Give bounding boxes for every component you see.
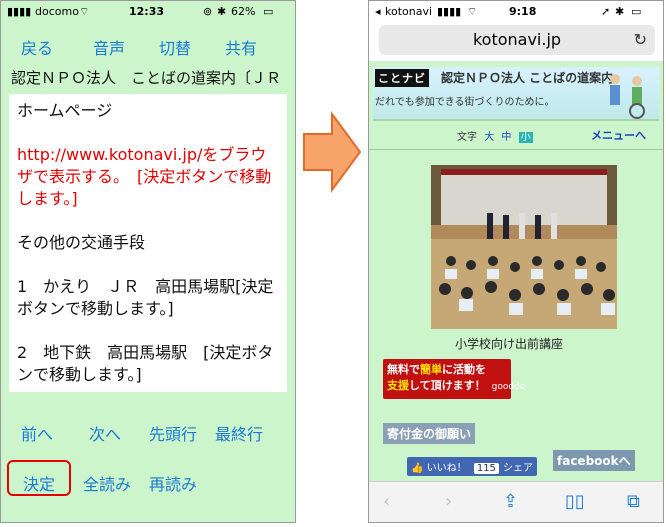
location-icon: ➚ (601, 5, 611, 18)
first-line-button[interactable]: 先頭行 (149, 421, 197, 445)
like-label: いいね！ (426, 463, 467, 474)
donation-thanks: して頂けます！ (409, 379, 486, 392)
donation-banner-line2: 支援して頂けます！ gooddo (387, 378, 525, 395)
site-banner: ことナビ 認定ＮＰＯ法人 ことばの道案内 だれでも参加できる街づくりのために。 (373, 67, 659, 121)
right-phone-screen: ◂ kotonavi ▮▮▮▮ ⌔ 9:18 ➚ ✱ ▭ kotonavi.jp… (368, 0, 664, 523)
wifi-icon: ⌔ (79, 5, 90, 18)
battery-icon: ▭ (263, 5, 274, 18)
bluetooth-icon: ✱ (615, 5, 625, 18)
donation-banner-line1: 無料で簡単に活動を (387, 362, 507, 378)
text-size-large[interactable]: 大 (484, 132, 494, 143)
people-illustration (610, 74, 645, 119)
lecture-photo (431, 165, 617, 329)
site-title: 認定ＮＰＯ法人 ことばの道案内 (441, 71, 614, 85)
signal-icon: ▮▮▮▮ (7, 5, 32, 18)
browser-toolbar: ‹ › ⇪ ▯▯ ⧉ (369, 481, 663, 522)
content-link-line[interactable]: http://www.kotonavi.jp/をブラウザで表示する。 [決定ボタ… (17, 144, 279, 210)
last-line-button[interactable]: 最終行 (215, 421, 263, 445)
status-bar: ◂ kotonavi ▮▮▮▮ ⌔ 9:18 ➚ ✱ ▭ (369, 1, 663, 23)
page-title: 認定ＮＰＯ法人 ことばの道案内〔ＪＲ (11, 69, 282, 87)
bluetooth-icon: ✱ (217, 5, 227, 18)
address-bar[interactable]: kotonavi.jp ↻ (379, 25, 655, 55)
back-to-app-label[interactable]: kotonavi (385, 5, 432, 18)
content-line: その他の交通手段 (17, 233, 146, 252)
donation-banner[interactable]: 無料で簡単に活動を 支援して頂けます！ gooddo (383, 359, 525, 399)
reread-button[interactable]: 再読み (149, 471, 197, 495)
content-line: ホームページ (17, 101, 113, 120)
like-count: 115 (473, 463, 499, 474)
text-size-label: 文字 (457, 132, 477, 143)
back-arrow-icon[interactable]: ‹ (383, 491, 390, 512)
forward-arrow-icon[interactable]: › (445, 491, 452, 512)
carrier-label: docomo (35, 5, 79, 18)
reload-icon[interactable]: ↻ (634, 25, 647, 55)
site-subtitle: だれでも参加できる街づくりのために。 (375, 97, 555, 108)
left-phone-screen: ▮▮▮▮ docomo ⌔ 12:33 ⊚ ✱ 62% ▭ 戻る 音声 切替 共… (0, 0, 296, 523)
thumbs-up-icon: 👍 (411, 463, 424, 474)
share-button[interactable]: 共有 (225, 35, 257, 59)
wifi-icon: ⌔ (467, 5, 478, 18)
facebook-link[interactable]: facebookへ (553, 450, 635, 471)
gooddo-brand: gooddo (491, 382, 526, 392)
donation-request-heading[interactable]: 寄付金の御願い (383, 423, 476, 444)
content-link-line[interactable]: 2 地下鉄 高田馬場駅 [決定ボタンで移動します。] (17, 342, 279, 386)
photo-caption: 小学校向け出前講座 (455, 337, 564, 351)
donation-support: 支援 (387, 379, 409, 392)
site-logo[interactable]: ことナビ (375, 69, 429, 87)
signal-icon: ▮▮▮▮ (437, 5, 462, 18)
status-time: 12:33 (129, 5, 165, 18)
donation-easy: 簡単 (420, 363, 442, 376)
menu-link[interactable]: メニューへ (591, 127, 646, 143)
lock-rotation-icon: ⊚ (203, 5, 213, 18)
voice-button[interactable]: 音声 (93, 35, 125, 59)
text-size-control: 文字 大 中 小 (457, 128, 533, 143)
battery-percent: 62% (231, 5, 256, 18)
back-to-app-icon: ◂ (375, 5, 381, 18)
back-button[interactable]: 戻る (21, 35, 53, 59)
text-size-small[interactable]: 小 (518, 132, 533, 143)
next-button[interactable]: 次へ (89, 421, 121, 445)
tabs-icon[interactable]: ⧉ (627, 491, 640, 512)
prev-button[interactable]: 前へ (21, 421, 53, 445)
switch-button[interactable]: 切替 (159, 35, 191, 59)
status-time: 9:18 (509, 5, 537, 18)
web-content: ことナビ 認定ＮＰＯ法人 ことばの道案内 だれでも参加できる街づくりのために。 … (369, 61, 663, 481)
facebook-share-button[interactable]: シェア (499, 457, 537, 476)
share-icon[interactable]: ⇪ (503, 491, 518, 512)
donation-free: 無料 (387, 363, 409, 376)
status-bar: ▮▮▮▮ docomo ⌔ 12:33 ⊚ ✱ 62% ▭ (1, 1, 295, 23)
right-arrow-icon (303, 110, 362, 194)
facebook-like-button[interactable]: 👍 いいね！ 115 (407, 457, 503, 476)
reading-content: ホームページ http://www.kotonavi.jp/をブラウザで表示する… (9, 94, 287, 392)
battery-icon: ▭ (631, 5, 642, 18)
decide-highlight-box (7, 460, 71, 496)
donation-activity: に活動を (442, 363, 486, 376)
divider (369, 149, 663, 150)
text-size-medium[interactable]: 中 (501, 132, 511, 143)
bookmarks-icon[interactable]: ▯▯ (565, 491, 585, 512)
donation-de: で (409, 363, 420, 376)
url-text: kotonavi.jp (472, 30, 562, 49)
read-all-button[interactable]: 全読み (83, 471, 131, 495)
content-link-line[interactable]: 1 かえり ＪＲ 高田馬場駅[決定ボタンで移動します。] (17, 276, 279, 320)
